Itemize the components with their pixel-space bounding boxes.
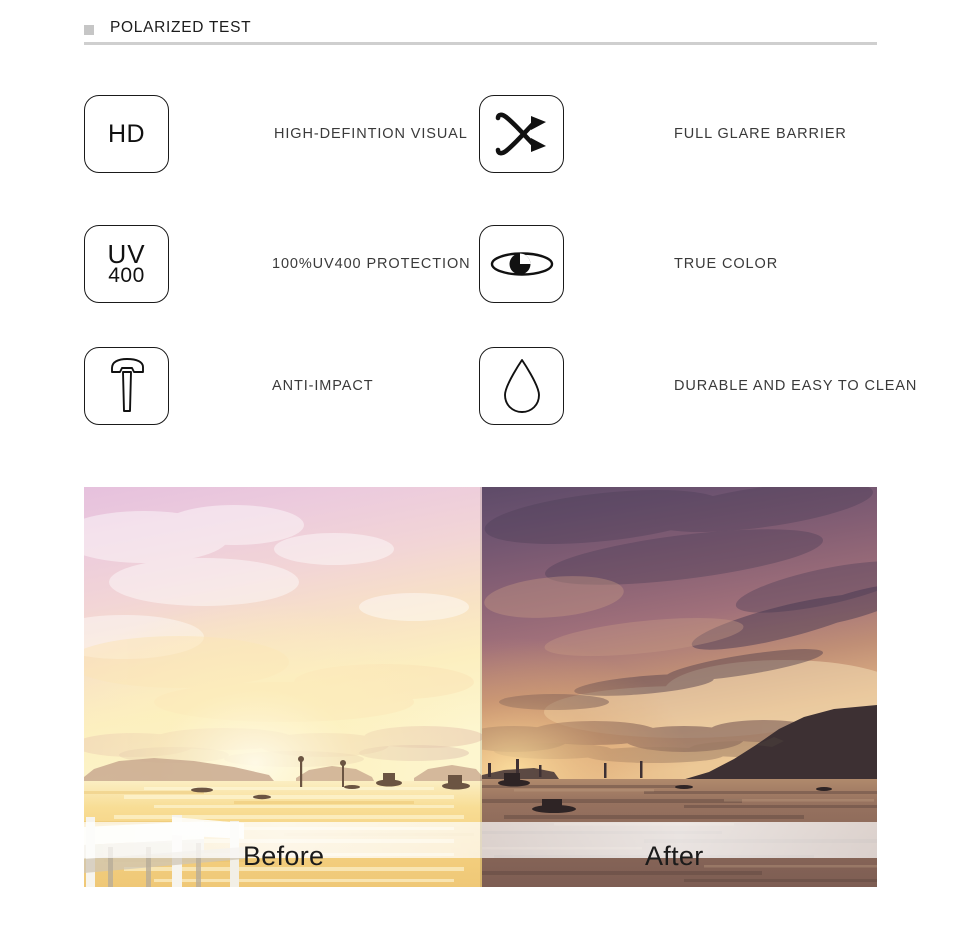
section-header: POLARIZED TEST [84,18,877,46]
feature-list: HD HIGH-DEFINTION VISUAL FULL GLARE BARR… [0,95,960,455]
feature-item-true-color: TRUE COLOR [479,225,778,303]
feature-label-true-color: TRUE COLOR [674,255,779,272]
after-caption: After [645,841,704,871]
uv400-icon-line2: 400 [108,264,145,288]
crossed-arrows-icon [479,95,564,173]
header-divider [84,42,877,45]
hammer-icon [84,347,169,425]
hd-icon-label: HD [107,119,146,148]
uv400-icon-line1: UV [107,238,146,269]
feature-label-hd: HIGH-DEFINTION VISUAL [274,125,468,142]
bullet-square-icon [84,25,94,35]
water-drop-icon [479,347,564,425]
feature-label-durable: DURABLE AND EASY TO CLEAN [674,377,918,394]
feature-label-glare: FULL GLARE BARRIER [674,125,847,142]
feature-label-uv400: 100%UV400 PROTECTION [272,255,471,272]
feature-item-uv400: UV 400 100%UV400 PROTECTION [84,225,471,303]
eye-icon [479,225,564,303]
feature-item-anti-impact: ANTI-IMPACT [84,347,373,425]
page-title: POLARIZED TEST [110,19,252,36]
uv400-icon: UV 400 [84,225,169,303]
hd-icon: HD [84,95,169,173]
before-after-comparison-photo [84,487,877,887]
feature-item-durable: DURABLE AND EASY TO CLEAN [479,347,917,425]
feature-label-anti-impact: ANTI-IMPACT [272,377,374,394]
feature-item-hd: HD HIGH-DEFINTION VISUAL [84,95,468,173]
before-caption: Before [243,841,325,871]
feature-item-glare: FULL GLARE BARRIER [479,95,847,173]
